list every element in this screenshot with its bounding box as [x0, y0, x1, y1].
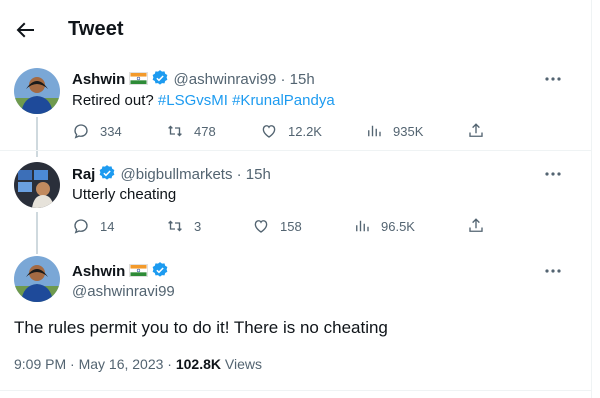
reply-icon: [74, 124, 88, 139]
more-options-button[interactable]: [543, 69, 563, 89]
tweet-page: Tweet Ashwin @ashwinravi99 · 15h Retired…: [0, 0, 592, 398]
avatar-raj[interactable]: [14, 162, 60, 208]
heart-icon: [262, 125, 276, 138]
like-count: 158: [280, 218, 302, 234]
retweet-count: 3: [194, 218, 202, 234]
main-tweet-text: The rules permit you to do it! There is …: [14, 318, 388, 337]
views-count: 102.8K: [175, 356, 222, 372]
verified-badge-icon: [152, 70, 168, 85]
avatar-image: [14, 256, 60, 302]
views-button[interactable]: 96.5K: [353, 215, 415, 237]
more-options-button[interactable]: [543, 164, 563, 184]
tweet-header: Raj @bigbullmarkets · 15h: [72, 164, 271, 183]
retweet-icon: [168, 220, 182, 232]
verified-badge-icon: [99, 165, 115, 180]
reply-button[interactable]: 334: [72, 120, 122, 142]
view-count: 935K: [393, 123, 424, 139]
avatar-ashwin[interactable]: [14, 68, 60, 114]
author-handle[interactable]: @bigbullmarkets: [121, 166, 233, 183]
avatar-image: [14, 162, 60, 208]
share-icon: [469, 218, 483, 232]
tweet-header: Ashwin @ashwinravi99 · 15h: [72, 69, 315, 88]
more-dots-icon: [545, 172, 561, 176]
tweet-text: Utterly cheating: [72, 186, 177, 203]
views-button[interactable]: 935K: [365, 120, 423, 142]
hashtag-link[interactable]: #LSGvsMI: [158, 92, 228, 109]
tweet-time[interactable]: 15h: [246, 166, 271, 183]
retweet-count: 478: [194, 123, 216, 139]
india-flag-icon: [129, 72, 149, 85]
separator-dot: ·: [280, 71, 286, 88]
heart-icon: [254, 220, 268, 233]
arrow-left-icon: [16, 22, 34, 38]
share-button[interactable]: [467, 215, 485, 237]
divider: [0, 390, 592, 391]
hashtag-link[interactable]: #KrunalPandya: [232, 92, 335, 109]
tweet-text-plain: Retired out?: [72, 92, 154, 109]
thread-line: [36, 212, 38, 254]
retweet-button[interactable]: 3: [166, 215, 201, 237]
author-handle[interactable]: @ashwinravi99: [72, 283, 175, 300]
retweet-button[interactable]: 478: [166, 120, 216, 142]
author-name[interactable]: Raj: [72, 166, 95, 183]
tweet-text: Retired out? #LSGvsMI #KrunalPandya: [72, 92, 335, 109]
more-dots-icon: [545, 77, 561, 81]
tweet-time[interactable]: 15h: [290, 71, 315, 88]
like-count: 12.2K: [288, 123, 322, 139]
more-dots-icon: [545, 269, 561, 273]
separator-dot: ·: [236, 166, 242, 183]
divider: [0, 150, 592, 151]
author-handle[interactable]: @ashwinravi99: [174, 71, 277, 88]
avatar-image: [14, 68, 60, 114]
verified-badge-icon: [152, 262, 168, 277]
share-button[interactable]: [467, 120, 485, 142]
views-chart-icon: [368, 125, 381, 137]
reply-icon: [74, 219, 88, 234]
like-button[interactable]: 12.2K: [260, 120, 322, 142]
back-button[interactable]: [13, 18, 37, 42]
page-header: Tweet: [0, 0, 592, 62]
tweet-actions: 14 3 158 96.5K: [72, 215, 492, 237]
india-flag-icon: [129, 264, 149, 277]
views-chart-icon: [356, 220, 369, 232]
more-options-button[interactable]: [543, 261, 563, 281]
like-button[interactable]: 158: [252, 215, 302, 237]
thread-line: [36, 117, 38, 157]
author-name[interactable]: Ashwin: [72, 71, 125, 88]
page-title: Tweet: [68, 18, 124, 40]
view-count: 96.5K: [381, 218, 415, 234]
reply-count: 334: [100, 123, 122, 139]
reply-count: 14: [100, 218, 115, 234]
tweet-meta: 9:09 PM · May 16, 2023 · 102.8K Views: [14, 356, 262, 372]
views-label: Views: [221, 356, 262, 372]
avatar-ashwin[interactable]: [14, 256, 60, 302]
tweet-actions: 334 478 12.2K 935K: [72, 120, 492, 142]
main-tweet-author: Ashwin: [72, 261, 169, 280]
reply-button[interactable]: 14: [72, 215, 114, 237]
main-tweet-handle-row: @ashwinravi99: [72, 283, 175, 300]
author-name[interactable]: Ashwin: [72, 263, 125, 280]
retweet-icon: [168, 125, 182, 137]
tweet-timestamp[interactable]: 9:09 PM · May 16, 2023 ·: [14, 356, 176, 372]
share-icon: [469, 123, 483, 137]
